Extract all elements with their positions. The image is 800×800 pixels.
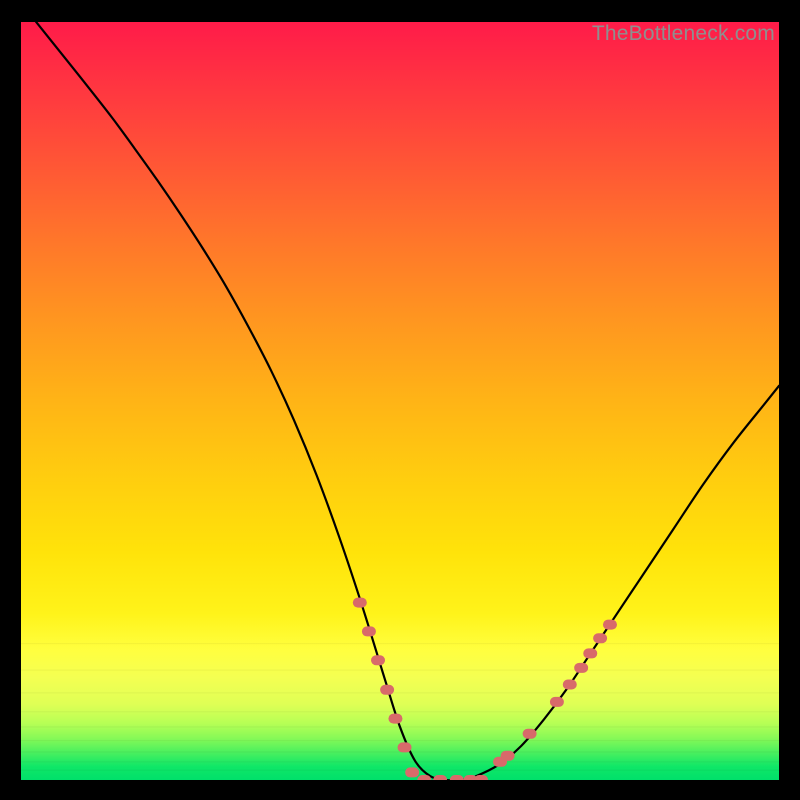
watermark-text: TheBottleneck.com <box>592 22 775 46</box>
highlight-dot <box>501 751 515 761</box>
highlight-dot <box>593 633 607 643</box>
highlight-dot <box>563 679 577 689</box>
highlight-dot <box>380 685 394 695</box>
highlight-dot <box>523 729 537 739</box>
highlight-dot <box>362 626 376 636</box>
highlight-dot <box>405 767 419 777</box>
highlight-dot <box>550 697 564 707</box>
gradient-background <box>21 22 779 780</box>
highlight-dot <box>371 655 385 665</box>
highlight-dot <box>583 648 597 658</box>
highlight-dot <box>353 598 367 608</box>
highlight-dot <box>603 620 617 630</box>
chart-svg <box>21 22 779 780</box>
highlight-dot <box>398 742 412 752</box>
chart-frame: TheBottleneck.com <box>21 22 779 780</box>
highlight-dot <box>574 663 588 673</box>
highlight-dot <box>388 714 402 724</box>
